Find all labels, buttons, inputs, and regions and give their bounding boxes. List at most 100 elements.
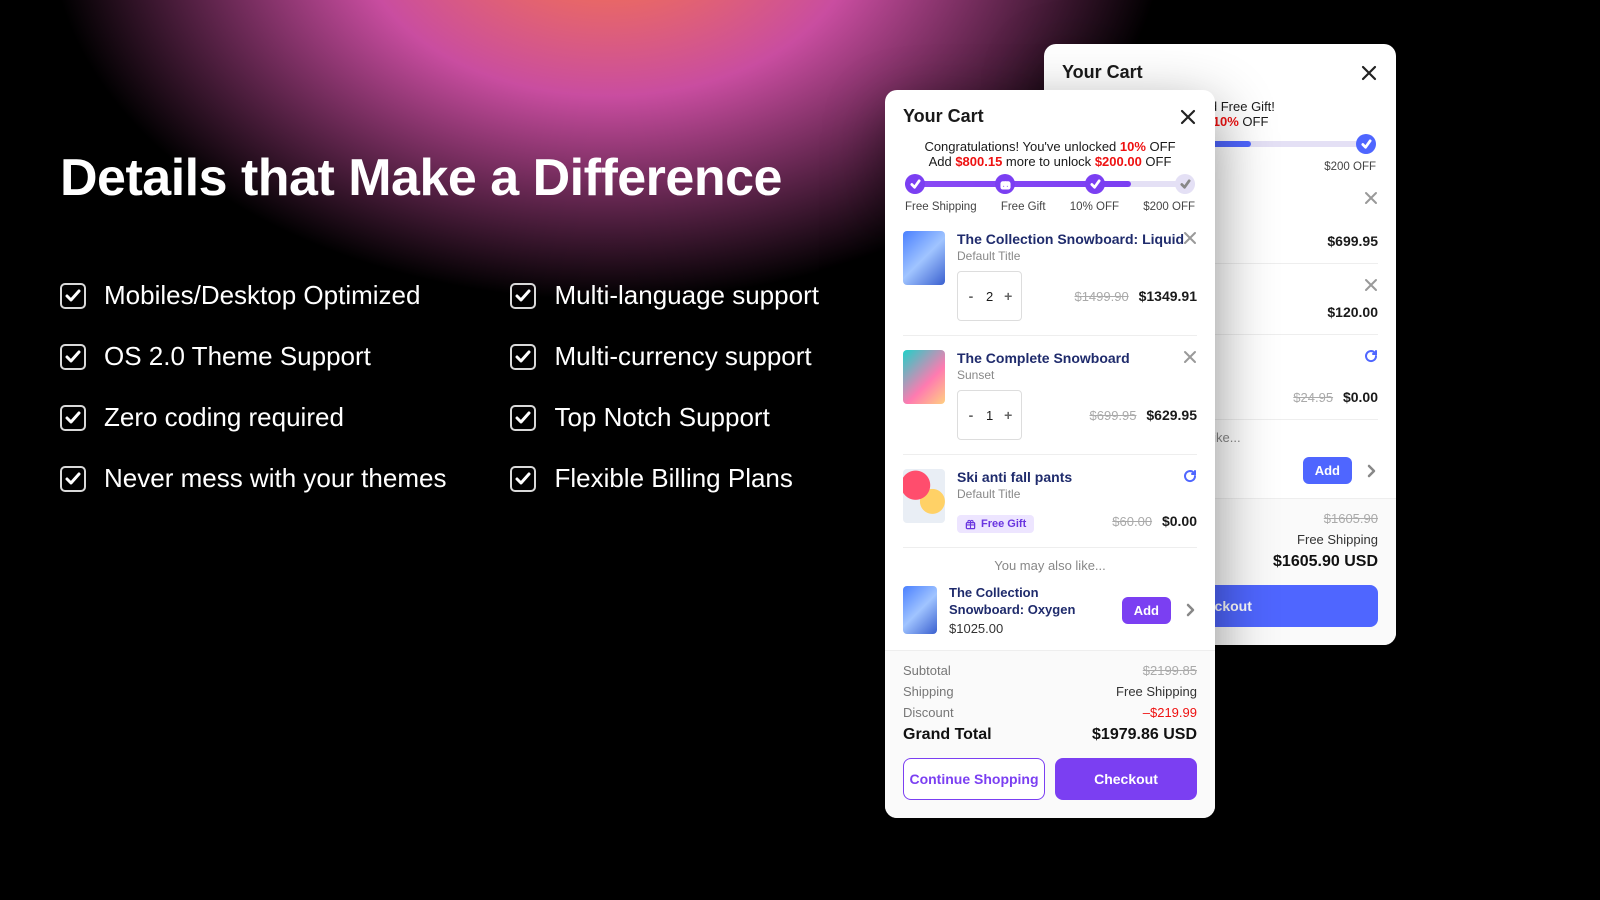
qty-value: 1 — [986, 408, 993, 423]
progress-stop-icon — [905, 174, 925, 194]
qty-minus-icon[interactable]: - — [966, 276, 976, 316]
item-price-old: $60.00 — [1112, 514, 1152, 529]
feature-label: Zero coding required — [104, 402, 344, 433]
feature-item: Zero coding required — [60, 402, 446, 433]
feature-item: Mobiles/Desktop Optimized — [60, 280, 446, 311]
feature-item: OS 2.0 Theme Support — [60, 341, 446, 372]
remove-item-icon[interactable] — [1364, 191, 1378, 205]
checkmark-icon — [510, 466, 536, 492]
progress-label: Free Shipping — [905, 201, 977, 213]
feature-item: Never mess with your themes — [60, 463, 446, 494]
progress-label: $200 OFF — [1143, 201, 1195, 213]
checkmark-icon — [510, 405, 536, 431]
subtotal-strike: $1605.90 — [1324, 511, 1378, 526]
item-price: $0.00 — [1162, 513, 1197, 529]
item-title: The Collection Snowboard: Liquid — [957, 231, 1197, 247]
item-variant: Default Title — [957, 249, 1197, 263]
upsell-heading: You may also like... — [903, 547, 1197, 579]
cart-item: The Complete Snowboard Sunset - 1 + $699… — [903, 335, 1197, 454]
grand-total: $1979.86 USD — [1092, 726, 1197, 744]
subtotal-value: $2199.85 — [1143, 663, 1197, 678]
add-button[interactable]: Add — [1122, 597, 1171, 624]
checkmark-icon — [510, 344, 536, 370]
upsell-price: $1025.00 — [949, 621, 1110, 636]
gift-icon — [965, 519, 976, 530]
checkmark-icon — [60, 283, 86, 309]
feature-item: Multi-currency support — [510, 341, 819, 372]
qty-value: 2 — [986, 289, 993, 304]
item-variant: Default Title — [957, 487, 1197, 501]
shipping-label: Shipping — [903, 684, 954, 699]
feature-item: Flexible Billing Plans — [510, 463, 819, 494]
qty-plus-icon[interactable]: + — [1003, 276, 1013, 316]
discount-label: Discount — [903, 705, 954, 720]
item-thumbnail — [903, 350, 945, 404]
item-title: Ski anti fall pants — [957, 469, 1197, 485]
progress-label: $200 OFF — [1324, 161, 1376, 173]
subtotal-label: Subtotal — [903, 663, 951, 678]
item-price: $0.00 — [1343, 389, 1378, 405]
close-icon[interactable] — [1179, 108, 1197, 126]
refresh-icon[interactable] — [1364, 349, 1378, 363]
cart-drawer: Your Cart Congratulations! You've unlock… — [885, 90, 1215, 818]
remove-item-icon[interactable] — [1364, 278, 1378, 292]
item-price: $699.95 — [1327, 233, 1378, 249]
checkmark-icon — [60, 344, 86, 370]
qty-minus-icon[interactable]: - — [966, 395, 976, 435]
feature-item: Multi-language support — [510, 280, 819, 311]
grand-total: $1605.90 USD — [1273, 553, 1378, 571]
checkmark-icon — [60, 466, 86, 492]
chevron-right-icon[interactable] — [1183, 603, 1197, 617]
cart-title: Your Cart — [903, 106, 984, 127]
progress-bar: Free Shipping Free Gift 10% OFF $200 OFF — [885, 173, 1215, 217]
cart-item: The Collection Snowboard: Liquid Default… — [903, 217, 1197, 335]
quantity-stepper[interactable]: - 1 + — [957, 390, 1022, 440]
progress-stop-gift-icon — [995, 174, 1015, 194]
qty-plus-icon[interactable]: + — [1003, 395, 1013, 435]
item-price-old: $24.95 — [1293, 390, 1333, 405]
item-variant: Sunset — [957, 368, 1197, 382]
remove-item-icon[interactable] — [1183, 350, 1197, 364]
cart-title: Your Cart — [1062, 62, 1143, 83]
shipping-value: Free Shipping — [1297, 532, 1378, 547]
grand-total-label: Grand Total — [903, 726, 992, 744]
cart-item-gift: Ski anti fall pants Default Title Free G… — [903, 454, 1197, 547]
feature-label: Multi-currency support — [554, 341, 811, 372]
progress-stop-icon — [1175, 174, 1195, 194]
item-thumbnail — [903, 586, 937, 634]
progress-stop-icon — [1356, 134, 1376, 154]
item-thumbnail — [903, 231, 945, 285]
progress-stop-icon — [1085, 174, 1105, 194]
feature-label: Multi-language support — [554, 280, 819, 311]
feature-label: Mobiles/Desktop Optimized — [104, 280, 420, 311]
feature-item: Top Notch Support — [510, 402, 819, 433]
chevron-right-icon[interactable] — [1364, 464, 1378, 478]
close-icon[interactable] — [1360, 64, 1378, 82]
continue-shopping-button[interactable]: Continue Shopping — [903, 758, 1045, 800]
progress-label: Free Gift — [1001, 201, 1046, 213]
feature-label: Flexible Billing Plans — [554, 463, 792, 494]
upsell-title: The Collection Snowboard: Oxygen — [949, 585, 1110, 619]
feature-list: Mobiles/Desktop Optimized OS 2.0 Theme S… — [60, 280, 819, 494]
free-gift-badge: Free Gift — [957, 515, 1034, 533]
checkout-button[interactable]: Checkout — [1055, 758, 1197, 800]
item-title: The Complete Snowboard — [957, 350, 1197, 366]
checkmark-icon — [510, 283, 536, 309]
feature-label: Top Notch Support — [554, 402, 769, 433]
cart-summary: Subtotal $2199.85 Shipping Free Shipping… — [885, 650, 1215, 818]
promo-text: Congratulations! You've unlocked 10% OFF… — [885, 137, 1215, 173]
add-button[interactable]: Add — [1303, 457, 1352, 484]
item-price: $1349.91 — [1139, 288, 1197, 304]
item-price-old: $1499.90 — [1074, 289, 1128, 304]
hero-title: Details that Make a Difference — [60, 148, 782, 208]
shipping-value: Free Shipping — [1116, 684, 1197, 699]
refresh-icon[interactable] — [1183, 469, 1197, 483]
feature-label: OS 2.0 Theme Support — [104, 341, 371, 372]
discount-value: –$219.99 — [1143, 705, 1197, 720]
item-price: $629.95 — [1146, 407, 1197, 423]
item-price: $120.00 — [1327, 304, 1378, 320]
checkmark-icon — [60, 405, 86, 431]
item-thumbnail — [903, 469, 945, 523]
quantity-stepper[interactable]: - 2 + — [957, 271, 1022, 321]
remove-item-icon[interactable] — [1183, 231, 1197, 245]
